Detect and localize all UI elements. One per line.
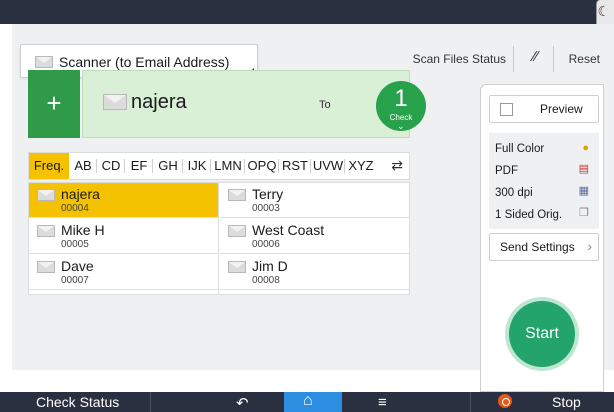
reset-button[interactable]: Reset — [569, 52, 600, 66]
entry-name: Terry — [252, 186, 284, 202]
tab-label: AB — [74, 158, 92, 173]
entry-number: 00008 — [252, 275, 280, 286]
bottom-bar: Check Status ↶ ⌂ ≡ Stop — [0, 392, 614, 412]
preview-checkbox[interactable] — [500, 103, 513, 116]
file-type: PDF — [495, 165, 518, 177]
destination-count-check-button[interactable]: 1 Check ⌄ — [376, 81, 426, 131]
preview-toggle[interactable]: Preview — [489, 95, 599, 123]
tab-label: OPQ — [247, 158, 277, 173]
right-panel: Preview Full Color ● PDF ▤ 300 dpi ▦ 1 S… — [480, 84, 604, 392]
list-item[interactable]: Terry 00003 — [220, 183, 410, 218]
send-settings-label: Send Settings — [500, 240, 575, 254]
tab-lmn[interactable]: LMN — [211, 153, 245, 179]
email-icon — [103, 94, 127, 110]
tab-ijk[interactable]: IJK — [183, 153, 211, 179]
list-item[interactable]: West Coast 00006 — [220, 219, 410, 254]
top-bar-background — [0, 0, 614, 24]
entry-number: 00007 — [61, 275, 89, 286]
tab-label: IJK — [187, 158, 207, 173]
entry-name: Mike H — [61, 222, 105, 238]
destination-count: 1 — [394, 85, 408, 112]
start-button[interactable]: Start — [509, 301, 575, 367]
chevron-right-icon: › — [587, 238, 592, 254]
tab-ab[interactable]: AB — [69, 153, 97, 179]
send-settings-button[interactable]: Send Settings › — [489, 233, 599, 261]
corner-button[interactable]: ☾ — [596, 0, 614, 24]
tab-label: UVW — [312, 158, 344, 173]
address-list: najera 00004 Terry 00003 Mike H 00005 We… — [28, 182, 410, 295]
to-label: To — [319, 99, 331, 111]
entry-number: 00004 — [61, 203, 89, 214]
tab-freq[interactable]: Freq. — [29, 153, 69, 179]
start-label: Start — [525, 325, 559, 342]
top-bar: ☾ — [0, 0, 614, 24]
tab-uvw[interactable]: UVW — [311, 153, 345, 179]
scan-files-status-button[interactable]: Scan Files Status — [413, 52, 506, 66]
divider — [553, 46, 554, 72]
add-destination-button[interactable]: + — [28, 70, 80, 138]
home-icon: ⌂ — [303, 392, 313, 409]
entry-name: Dave — [61, 258, 94, 274]
divider — [470, 392, 471, 412]
entry-name: Jim D — [252, 258, 288, 274]
tab-gh[interactable]: GH — [153, 153, 183, 179]
tab-label: EF — [130, 158, 148, 173]
email-icon — [228, 189, 246, 201]
email-icon — [37, 225, 55, 237]
scan-settings-summary: Full Color ● PDF ▤ 300 dpi ▦ 1 Sided Ori… — [489, 133, 599, 229]
email-icon — [228, 261, 246, 273]
tab-opq[interactable]: OPQ — [245, 153, 279, 179]
list-item[interactable]: Jim D 00008 — [220, 255, 410, 290]
resolution-icon: ▦ — [578, 185, 589, 197]
index-tabs: Freq. AB CD EF GH IJK LMN OPQ RST UVW XY… — [28, 152, 410, 180]
tab-label: XYZ — [348, 158, 374, 173]
list-column-divider — [218, 182, 219, 295]
entry-number: 00005 — [61, 239, 89, 250]
selected-recipient-field[interactable]: najera To 1 Check ⌄ — [82, 70, 426, 138]
list-item[interactable]: najera 00004 — [29, 183, 219, 218]
back-icon[interactable]: ↶ — [236, 394, 249, 412]
list-item[interactable]: Dave 00007 — [29, 255, 219, 290]
divider — [513, 46, 514, 72]
tab-rst[interactable]: RST — [279, 153, 311, 179]
chevron-down-icon: ⌄ — [397, 121, 405, 131]
tab-label: LMN — [214, 158, 242, 173]
plus-icon: + — [46, 88, 62, 118]
entry-number: 00003 — [252, 203, 280, 214]
tab-label: Freq. — [33, 158, 65, 173]
top-actions: Scan Files Status ⁄⁄ Reset — [12, 42, 614, 72]
tab-label: CD — [101, 158, 121, 173]
home-button[interactable]: ⌂ — [284, 392, 342, 412]
email-icon — [228, 225, 246, 237]
moon-icon: ☾ — [597, 3, 610, 19]
menu-icon[interactable]: ≡ — [378, 394, 387, 411]
switch-order-icon[interactable]: ⇄ — [391, 157, 403, 174]
tab-ef[interactable]: EF — [125, 153, 153, 179]
tab-label: GH — [158, 158, 178, 173]
entry-name: najera — [61, 186, 100, 202]
list-item[interactable]: Mike H 00005 — [29, 219, 219, 254]
tab-cd[interactable]: CD — [97, 153, 125, 179]
email-icon — [37, 261, 55, 273]
stop-icon — [498, 394, 512, 408]
color-dots-icon: ● — [582, 142, 589, 154]
pdf-file-icon: ▤ — [578, 163, 589, 175]
edit-icon[interactable]: ⁄⁄ — [533, 48, 538, 65]
color-mode: Full Color — [495, 143, 545, 155]
tab-label: RST — [282, 158, 308, 173]
recipient-name: najera — [131, 91, 187, 113]
entry-number: 00006 — [252, 239, 280, 250]
email-icon — [37, 189, 55, 201]
check-status-button[interactable]: Check Status — [36, 394, 119, 410]
entry-name: West Coast — [252, 222, 325, 238]
divider — [150, 392, 151, 412]
stop-button[interactable]: Stop — [552, 394, 581, 410]
sides: 1 Sided Orig. — [495, 209, 563, 221]
scanner-screen: ☾ Scanner (to Email Address) Scan Files … — [0, 0, 614, 412]
resolution: 300 dpi — [495, 187, 533, 199]
preview-label: Preview — [540, 102, 583, 116]
one-sided-icon: ❐ — [579, 207, 589, 219]
tab-xyz[interactable]: XYZ — [345, 153, 377, 179]
